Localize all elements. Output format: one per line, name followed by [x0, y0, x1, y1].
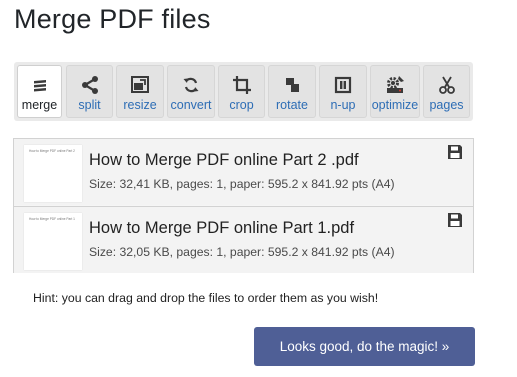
- tool-split[interactable]: split: [66, 65, 113, 118]
- convert-icon: [183, 77, 199, 93]
- file-name: How to Merge PDF online Part 2 .pdf: [89, 151, 359, 169]
- save-icon[interactable]: [448, 145, 462, 159]
- save-icon[interactable]: [448, 213, 462, 227]
- tool-rotate[interactable]: rotate: [268, 65, 316, 118]
- tool-convert[interactable]: convert: [167, 65, 215, 118]
- split-icon: [81, 76, 98, 94]
- tool-label: optimize: [371, 98, 419, 112]
- rotate-icon: [286, 78, 299, 92]
- optimize-icon: [387, 76, 404, 93]
- tool-pages[interactable]: pages: [423, 65, 470, 118]
- tool-merge[interactable]: merge: [17, 65, 62, 118]
- file-meta: Size: 32,05 KB, pages: 1, paper: 595.2 x…: [89, 245, 395, 259]
- file-row[interactable]: How to Merge PDF online Part 2 How to Me…: [14, 139, 473, 205]
- page-title: Merge PDF files: [14, 4, 211, 34]
- tool-toolbar: merge split resize convert crop rotate n…: [14, 62, 473, 121]
- file-meta: Size: 32,41 KB, pages: 1, paper: 595.2 x…: [89, 177, 395, 191]
- pdf-thumbnail: How to Merge PDF online Part 2: [24, 145, 82, 202]
- tool-label: convert: [170, 98, 212, 112]
- pages-icon: [438, 76, 455, 94]
- merge-icon: [33, 80, 46, 92]
- tool-label: split: [78, 98, 101, 112]
- pdf-thumbnail: How to Merge PDF online Part 1: [24, 213, 82, 270]
- tool-label: pages: [429, 98, 464, 112]
- tool-label: merge: [21, 98, 58, 112]
- hint-text: Hint: you can drag and drop the files to…: [33, 291, 379, 305]
- tool-optimize[interactable]: optimize: [370, 65, 420, 118]
- tool-label: crop: [229, 98, 254, 112]
- tool-n-up[interactable]: n-up: [319, 65, 367, 118]
- resize-icon: [131, 76, 149, 93]
- do-the-magic-button[interactable]: Looks good, do the magic! »: [254, 327, 475, 366]
- tool-label: resize: [123, 98, 157, 112]
- file-name: How to Merge PDF online Part 1.pdf: [89, 219, 355, 237]
- file-list: How to Merge PDF online Part 2 How to Me…: [13, 138, 474, 273]
- thumbnail-text: How to Merge PDF online Part 1: [29, 217, 75, 221]
- tool-crop[interactable]: crop: [218, 65, 265, 118]
- n-up-icon: [334, 76, 352, 94]
- tool-label: n-up: [330, 98, 356, 112]
- tool-resize[interactable]: resize: [116, 65, 164, 118]
- file-row[interactable]: How to Merge PDF online Part 1 How to Me…: [14, 206, 473, 273]
- thumbnail-text: How to Merge PDF online Part 2: [29, 149, 75, 153]
- tool-label: rotate: [276, 98, 308, 112]
- crop-icon: [232, 76, 251, 94]
